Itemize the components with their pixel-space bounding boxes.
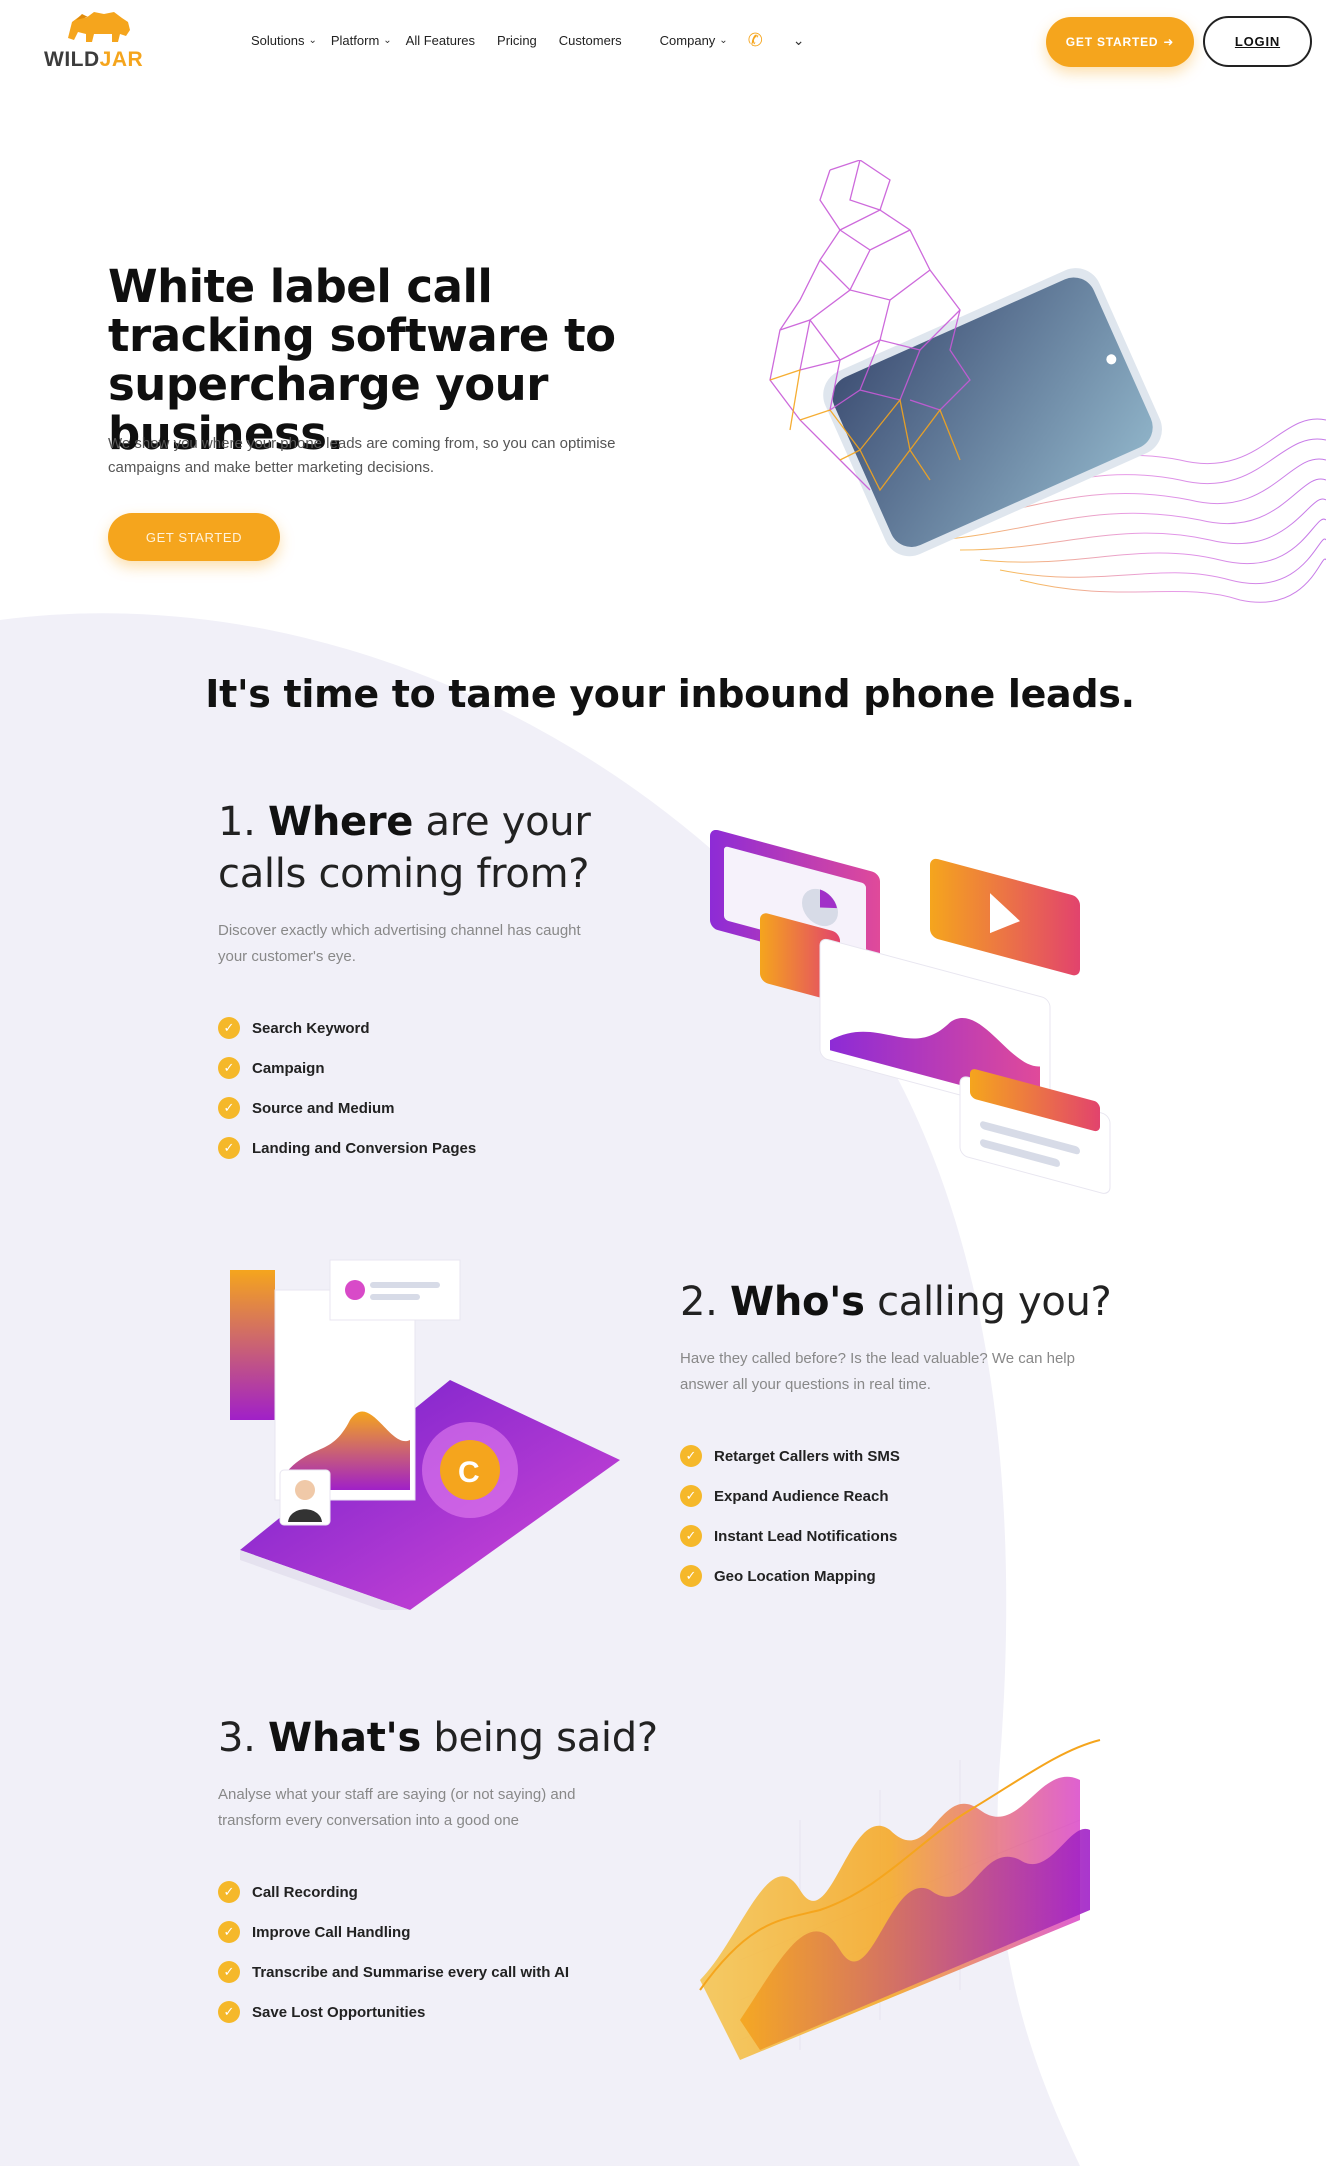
feature-title: 3. What's being said?	[218, 1715, 658, 1761]
hero-subtitle: We show you where your phone leads are c…	[108, 435, 616, 476]
hero-title: White label call tracking software to su…	[108, 260, 616, 460]
feature-title: 1. Where are your calls coming from?	[218, 799, 591, 897]
feature-title: 2. Who's calling you?	[680, 1279, 1112, 1325]
list-item: ✓ Call Recording	[218, 1872, 678, 1912]
feature-description: Analyse what your staff are saying (or n…	[218, 1786, 576, 1829]
check-icon: ✓	[680, 1485, 702, 1507]
check-icon: ✓	[680, 1565, 702, 1587]
list-item: ✓ Instant Lead Notifications	[680, 1516, 1140, 1556]
check-icon: ✓	[218, 2001, 240, 2023]
feature-what: 3. What's being said? Analyse what your …	[218, 1712, 678, 2032]
nav-platform[interactable]: Platform ⌄	[331, 33, 392, 48]
check-icon: ✓	[218, 1961, 240, 1983]
section-heading: It's time to tame your inbound phone lea…	[205, 672, 1135, 716]
feature-where: 1. Where are your calls coming from? Dis…	[218, 796, 678, 1168]
bear-logo-icon	[68, 12, 130, 42]
phone-icon[interactable]: ✆	[748, 30, 763, 51]
chevron-down-icon: ⌄	[719, 35, 728, 46]
logo-wordmark: WILDJAR	[44, 48, 144, 71]
check-icon: ✓	[680, 1445, 702, 1467]
list-item: ✓ Improve Call Handling	[218, 1912, 678, 1952]
chevron-down-icon: ⌄	[383, 35, 392, 46]
chevron-down-icon: ⌄	[308, 35, 317, 46]
list-item: ✓ Save Lost Opportunities	[218, 1992, 678, 2032]
wildjar-logo[interactable]: WILDJAR	[44, 8, 154, 72]
main-nav: Solutions ⌄ Platform ⌄ All Features Pricin…	[251, 30, 827, 51]
list-item: ✓ Source and Medium	[218, 1088, 678, 1128]
chevron-down-icon: ⌄	[792, 32, 805, 48]
feature-description: Discover exactly which advertising chann…	[218, 922, 581, 965]
list-item: ✓ Search Keyword	[218, 1008, 678, 1048]
list-item: ✓ Geo Location Mapping	[680, 1556, 1140, 1596]
nav-solutions[interactable]: Solutions ⌄	[251, 33, 317, 48]
check-icon: ✓	[218, 1137, 240, 1159]
feature-list: ✓ Retarget Callers with SMS ✓ Expand Audie…	[680, 1436, 1140, 1596]
feature-list: ✓ Search Keyword ✓ Campaign ✓ Source and Me…	[218, 1008, 678, 1168]
check-icon: ✓	[218, 1057, 240, 1079]
check-icon: ✓	[218, 1017, 240, 1039]
hero-get-started-button[interactable]: GET STARTED	[108, 513, 280, 561]
nav-company[interactable]: Company ⌄	[660, 33, 728, 48]
hero-phone-bear-illustration	[769, 160, 1326, 603]
list-item: ✓ Retarget Callers with SMS	[680, 1436, 1140, 1476]
feature-list: ✓ Call Recording ✓ Improve Call Handling ✓…	[218, 1872, 678, 2032]
site-header: WILDJAR Solutions ⌄ Platform ⌄ All Feature…	[0, 0, 1326, 85]
nav-pricing[interactable]: Pricing	[497, 33, 537, 48]
nav-all-features[interactable]: All Features	[406, 33, 475, 48]
check-icon: ✓	[218, 1921, 240, 1943]
feature-description: Have they called before? Is the lead val…	[680, 1350, 1075, 1393]
more-dropdown[interactable]: ⌄	[789, 32, 805, 49]
waveform-chart-illustration	[699, 1739, 1101, 2060]
list-item: ✓ Expand Audience Reach	[680, 1476, 1140, 1516]
list-item: ✓ Landing and Conversion Pages	[218, 1128, 678, 1168]
check-icon: ✓	[680, 1525, 702, 1547]
list-item: ✓ Transcribe and Summarise every call wit…	[218, 1952, 678, 1992]
check-icon: ✓	[218, 1881, 240, 1903]
caller-phone-illustration: C	[230, 1259, 620, 1610]
svg-text:C: C	[458, 1456, 480, 1489]
check-icon: ✓	[218, 1097, 240, 1119]
feature-who: 2. Who's calling you? Have they called b…	[680, 1276, 1140, 1596]
list-item: ✓ Campaign	[218, 1048, 678, 1088]
nav-customers[interactable]: Customers	[559, 33, 622, 48]
get-started-button[interactable]: GET STARTED ➜	[1046, 17, 1194, 67]
analytics-cards-illustration	[710, 830, 1111, 1194]
login-button[interactable]: LOGIN	[1203, 16, 1312, 67]
arrow-right-icon: ➜	[1163, 35, 1175, 49]
